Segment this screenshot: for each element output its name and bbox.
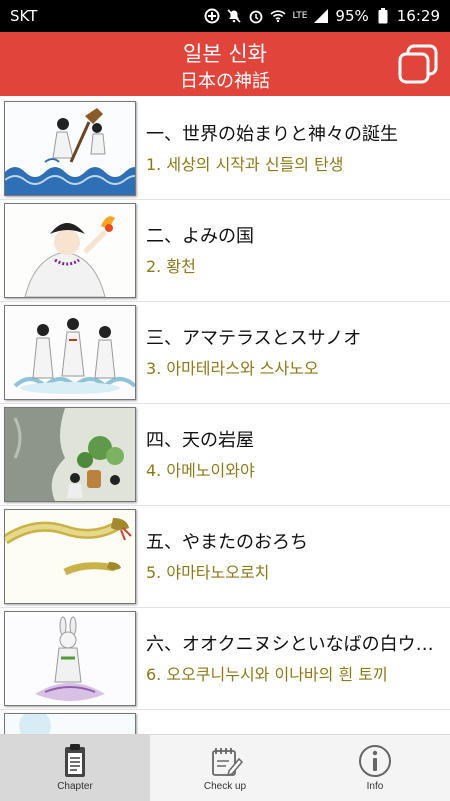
chapter-thumbnail [4, 203, 136, 298]
tab-check-up-label: Check up [203, 781, 247, 792]
lte-label: LTE [292, 11, 308, 21]
alarm-icon [248, 8, 264, 24]
chapter-item-6[interactable]: 六、オオクニヌシといなばの白ウサギ 6. 오오쿠니누시와 이나바의 흰 토끼 [0, 608, 450, 710]
chapter-thumbnail [4, 101, 136, 196]
chapter-thumbnail [4, 407, 136, 502]
chapter-item-1[interactable]: 一、世界の始まりと神々の誕生 1. 세상의 시작과 신들의 탄생 [0, 98, 450, 200]
chapter-item-partial[interactable] [0, 710, 450, 734]
chapter-item-2[interactable]: 二、よみの国 2. 황천 [0, 200, 450, 302]
chapter-title-japanese: 六、オオクニヌシといなばの白ウサギ [146, 634, 444, 655]
carrier-label: SKT [10, 7, 38, 25]
info-icon [355, 743, 395, 779]
chapter-title-japanese: 二、よみの国 [146, 226, 254, 247]
battery-icon [375, 8, 391, 24]
clock: 16:29 [396, 7, 440, 25]
chapter-list: 一、世界の始まりと神々の誕生 1. 세상의 시작과 신들의 탄생 二、よみの国 … [0, 98, 450, 734]
bottom-tab-bar: Chapter Check up Info [0, 734, 450, 801]
chapter-thumbnail [4, 509, 136, 604]
signal-icon [313, 8, 329, 24]
chapter-title-korean: 5. 야마타노오로치 [146, 563, 270, 582]
tab-info-label: Info [366, 781, 384, 792]
tab-info[interactable]: Info [300, 735, 450, 801]
chapter-title-japanese: 五、やまたのおろち [146, 532, 308, 553]
tab-chapter[interactable]: Chapter [0, 735, 150, 801]
battery-percent: 95% [335, 7, 369, 25]
chapter-title-korean: 2. 황천 [146, 257, 196, 276]
wifi-icon [270, 8, 287, 24]
chapter-thumbnail [4, 611, 136, 706]
chapter-title-japanese: 一、世界の始まりと神々の誕生 [146, 124, 398, 145]
app-header: 일본 신화 日本の神話 [0, 32, 450, 96]
chapter-item-3[interactable]: 三、アマテラスとスサノオ 3. 아마테라스와 스사노오 [0, 302, 450, 404]
chapter-thumbnail [4, 713, 136, 734]
chapter-title-japanese: 三、アマテラスとスサノオ [146, 328, 362, 349]
app-title-korean: 일본 신화 [183, 42, 267, 66]
mute-icon [226, 8, 242, 24]
tab-chapter-label: Chapter [57, 781, 93, 792]
chapter-title-korean: 3. 아마테라스와 스사노오 [146, 359, 319, 378]
chapter-item-4[interactable]: 四、天の岩屋 4. 아메노이와야 [0, 404, 450, 506]
chapter-item-5[interactable]: 五、やまたのおろち 5. 야마타노오로치 [0, 506, 450, 608]
clipboard-icon [55, 743, 95, 779]
chapter-thumbnail [4, 305, 136, 400]
chapter-title-korean: 6. 오오쿠니누시와 이나바의 흰 토끼 [146, 665, 388, 684]
tab-check-up[interactable]: Check up [150, 735, 300, 801]
language-toggle-icon[interactable] [396, 42, 440, 86]
chapter-title-japanese: 四、天の岩屋 [146, 430, 254, 451]
data-saver-icon [204, 8, 220, 24]
status-bar: SKT LTE 95% 16:29 [0, 0, 450, 32]
app-title-japanese: 日本の神話 [180, 71, 270, 92]
chapter-title-korean: 4. 아메노이와야 [146, 461, 255, 480]
notepad-pencil-icon [205, 743, 245, 779]
chapter-title-korean: 1. 세상의 시작과 신들의 탄생 [146, 155, 344, 174]
